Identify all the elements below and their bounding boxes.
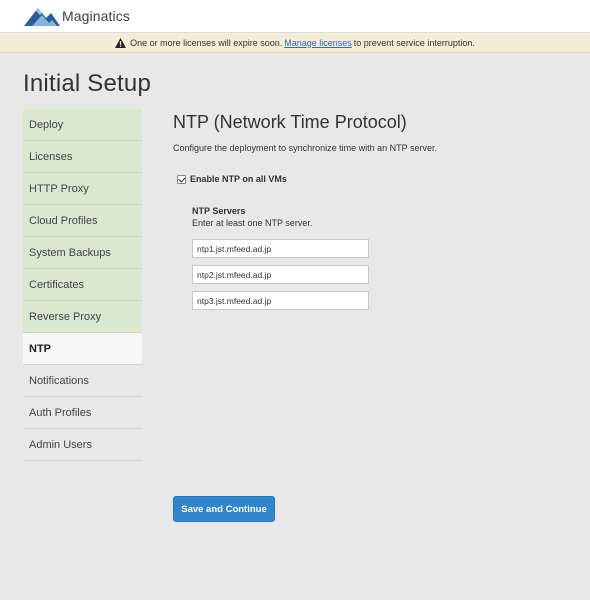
ntp-server-input-2[interactable] — [192, 265, 369, 284]
license-warning-banner: One or more licenses will expire soon. M… — [0, 33, 590, 53]
ntp-servers-label: NTP Servers — [192, 206, 246, 216]
ntp-panel: NTP (Network Time Protocol) Configure th… — [173, 112, 573, 310]
brand-logo[interactable]: Maginatics — [24, 4, 130, 28]
ntp-description: Configure the deployment to synchronize … — [173, 143, 437, 153]
mountain-logo-icon — [24, 8, 60, 26]
sidebar-item-notifications[interactable]: Notifications — [23, 365, 142, 397]
enable-ntp-checkbox[interactable] — [177, 174, 186, 184]
save-and-continue-button[interactable]: Save and Continue — [173, 496, 275, 522]
sidebar-item-http-proxy[interactable]: HTTP Proxy — [23, 173, 142, 205]
warning-icon — [115, 37, 127, 48]
setup-steps-sidebar: Deploy Licenses HTTP Proxy Cloud Profiles Sy… — [23, 109, 142, 461]
manage-licenses-link[interactable]: Manage licenses — [284, 38, 352, 48]
enable-ntp-label: Enable NTP on all VMs — [190, 174, 287, 184]
ntp-servers-hint: Enter at least one NTP server. — [192, 218, 313, 228]
top-bar: Maginatics — [0, 0, 590, 33]
sidebar-item-licenses[interactable]: Licenses — [23, 141, 142, 173]
sidebar-item-reverse-proxy[interactable]: Reverse Proxy — [23, 301, 142, 333]
sidebar-item-system-backups[interactable]: System Backups — [23, 237, 142, 269]
sidebar-item-certificates[interactable]: Certificates — [23, 269, 142, 301]
sidebar-item-cloud-profiles[interactable]: Cloud Profiles — [23, 205, 142, 237]
ntp-servers-section: NTP Servers Enter at least one NTP serve… — [192, 206, 369, 310]
sidebar-item-admin-users[interactable]: Admin Users — [23, 429, 142, 461]
ntp-server-input-1[interactable] — [192, 239, 369, 258]
brand-name: Maginatics — [62, 8, 130, 24]
enable-ntp-row[interactable]: Enable NTP on all VMs — [177, 174, 287, 184]
sidebar-item-deploy[interactable]: Deploy — [23, 109, 142, 141]
banner-text-after: to prevent service interruption. — [353, 37, 475, 48]
sidebar-item-ntp[interactable]: NTP — [23, 333, 142, 365]
ntp-server-input-3[interactable] — [192, 291, 369, 310]
banner-text-before: One or more licenses will expire soon. — [130, 37, 283, 48]
sidebar-item-auth-profiles[interactable]: Auth Profiles — [23, 397, 142, 429]
ntp-heading: NTP (Network Time Protocol) — [173, 112, 407, 132]
page-title: Initial Setup — [23, 70, 152, 97]
